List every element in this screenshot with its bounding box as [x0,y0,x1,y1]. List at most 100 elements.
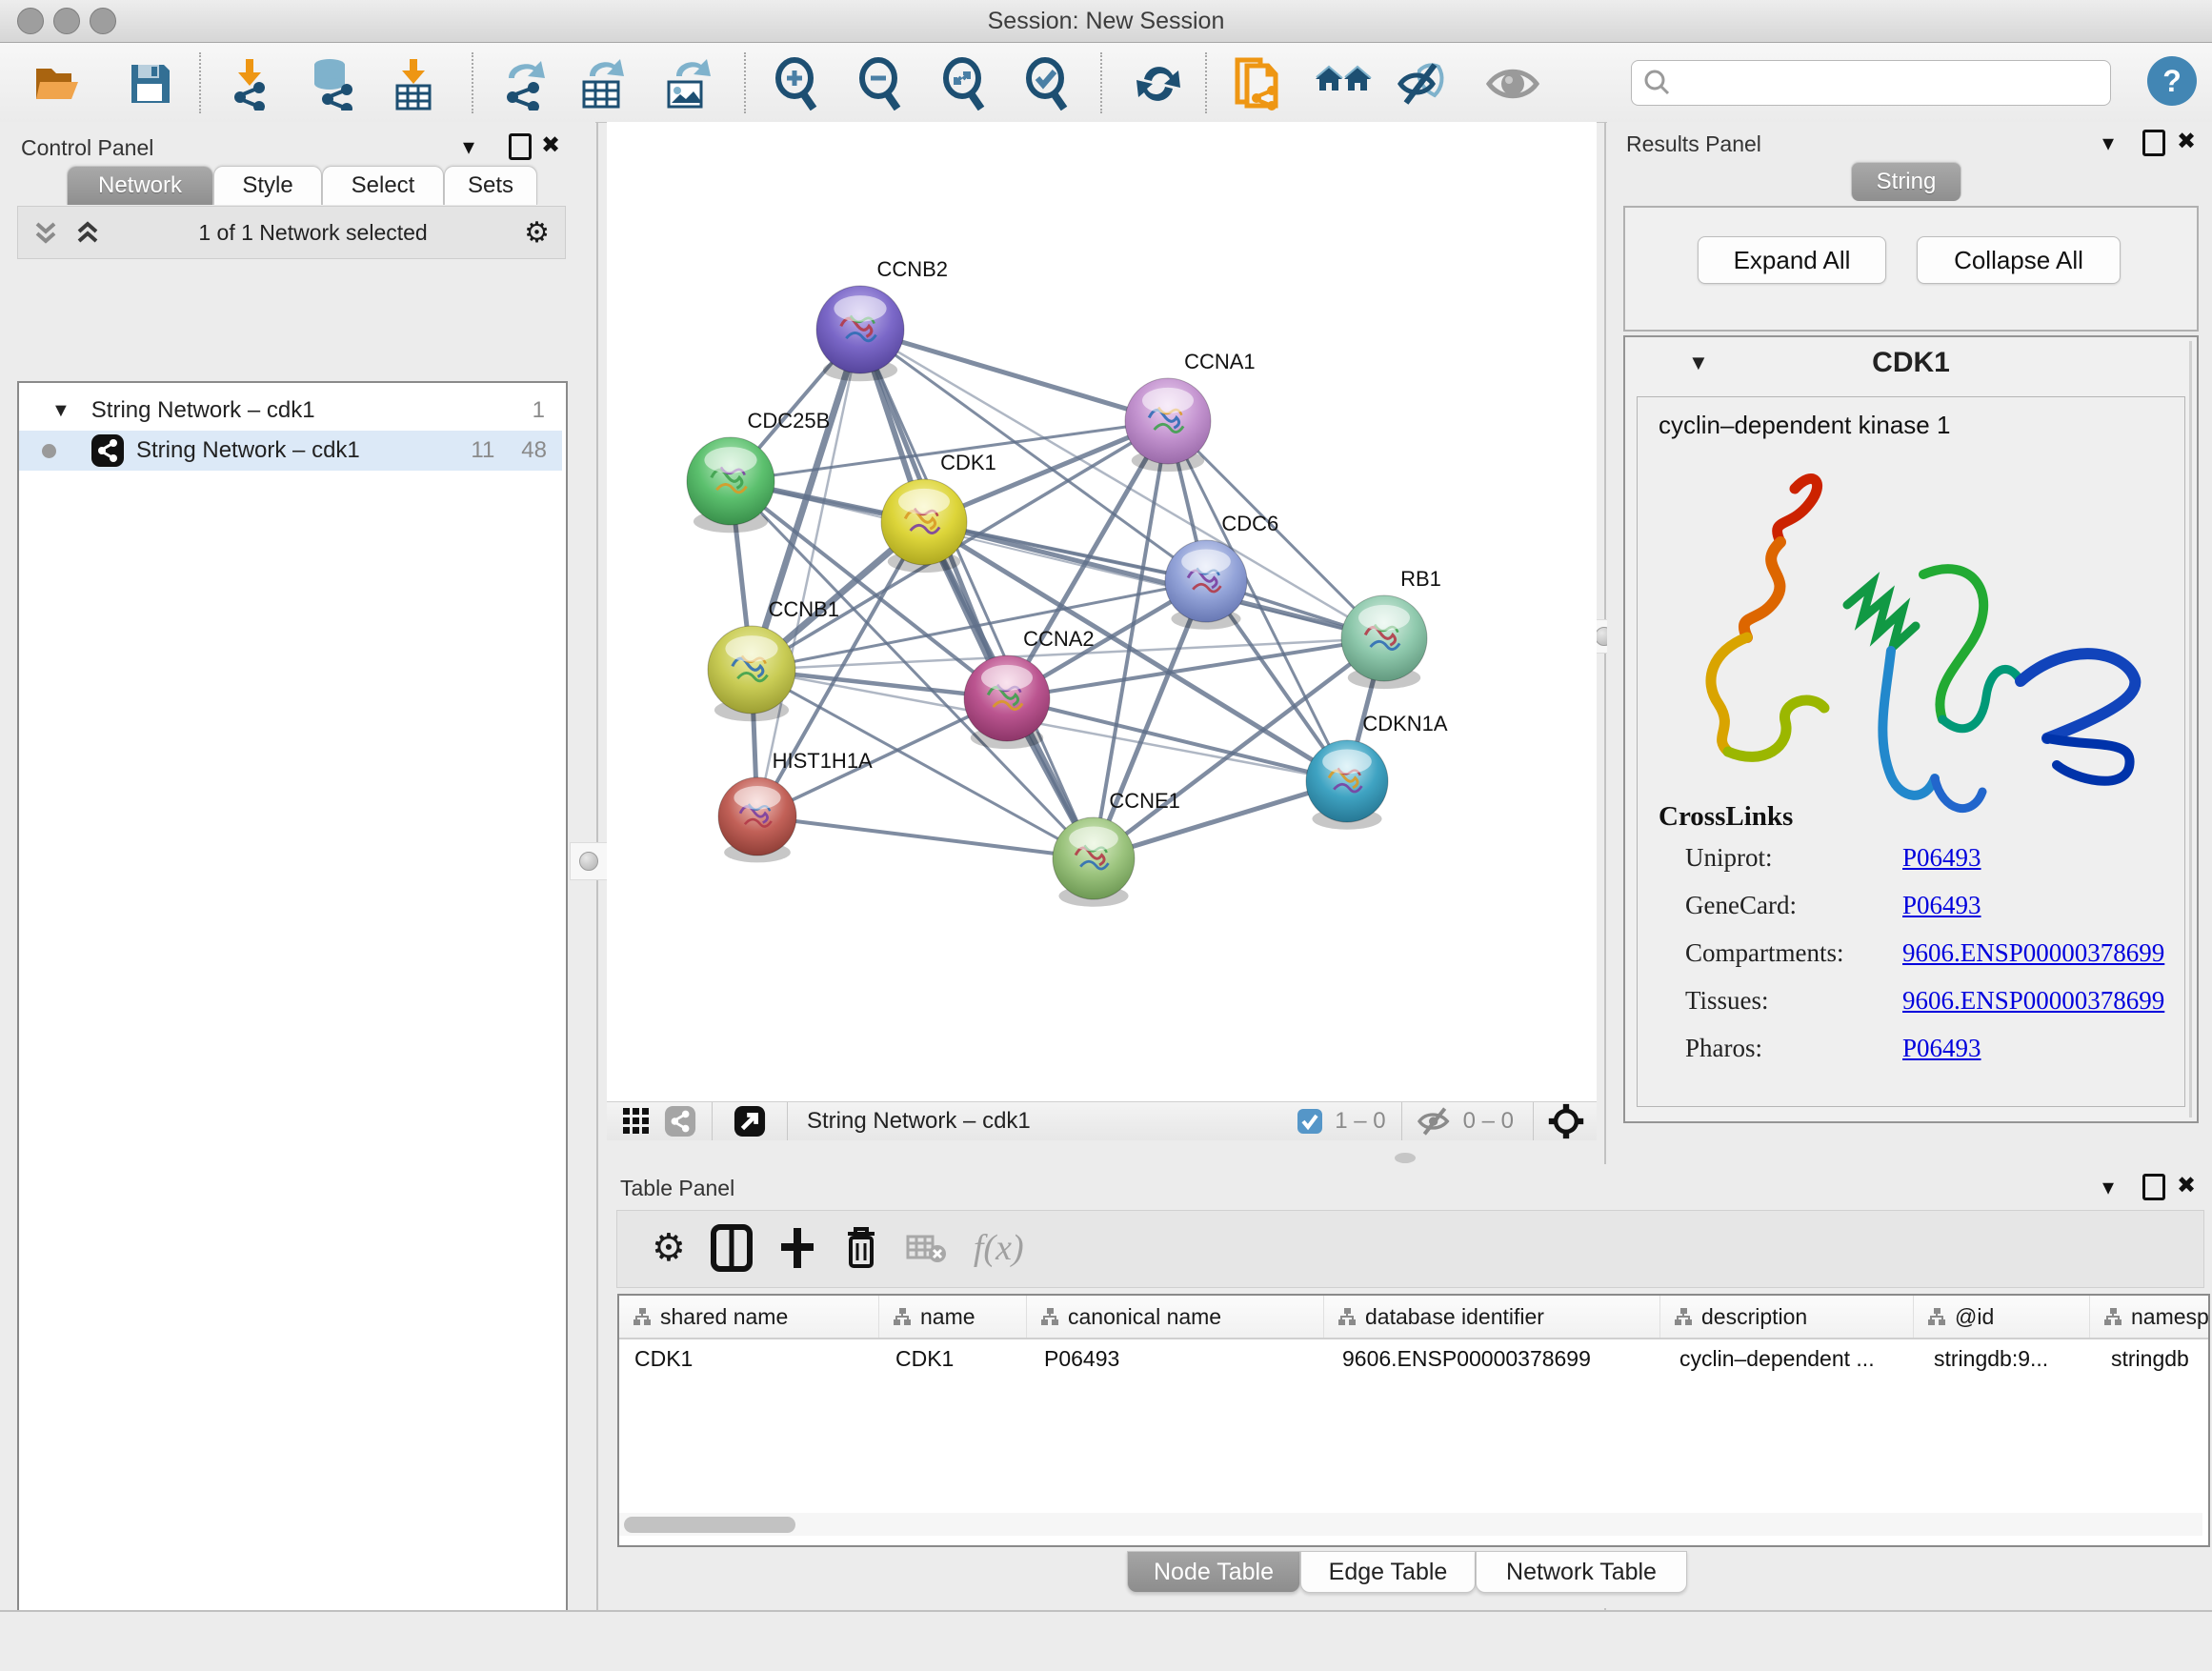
network-node-ccna1[interactable] [1125,378,1211,472]
column-header[interactable]: canonical name [1027,1296,1324,1338]
export-table-icon[interactable] [574,56,632,111]
navbar-separator [712,1102,713,1140]
selected-checkbox-icon[interactable] [1297,1108,1323,1135]
toolbar-separator [199,52,201,113]
panel-menu-icon[interactable]: ▾ [2102,1174,2114,1200]
table-horizontal-scrollbar[interactable] [619,1513,2202,1536]
network-node-cdk1[interactable] [881,479,967,573]
splitter-handle-horizontal[interactable] [1395,1153,1416,1163]
zoom-in-icon[interactable] [768,56,825,111]
refresh-icon[interactable] [1130,56,1187,111]
network-tree-root-row[interactable]: ▼ String Network – cdk1 1 [19,391,562,431]
column-header[interactable]: name [879,1296,1027,1338]
import-network-file-icon[interactable] [222,56,279,111]
panel-float-icon[interactable] [2142,130,2165,156]
collapse-all-tree-icon[interactable] [73,218,102,247]
panel-close-icon[interactable]: ✖ [2177,1172,2196,1198]
search-input[interactable] [1679,69,2110,97]
crosslink-uniprot-link[interactable]: P06493 [1902,843,1981,873]
network-canvas[interactable]: CCNB2CCNA1CDC25BCDK1CDC6RB1CCNB1CCNA2CDK… [607,122,1597,1101]
network-node-ccnb2[interactable] [816,286,904,381]
tab-node-table[interactable]: Node Table [1127,1551,1300,1593]
network-node-hist1h1a[interactable] [718,777,796,862]
hidden-eye-icon[interactable] [1416,1106,1454,1137]
open-in-window-icon[interactable] [734,1105,766,1137]
import-network-database-icon[interactable] [305,56,362,111]
tab-network-table[interactable]: Network Table [1476,1551,1687,1593]
show-all-icon[interactable] [1484,56,1541,111]
birds-eye-icon[interactable] [1547,1102,1585,1140]
tab-network[interactable]: Network [67,166,213,205]
import-table-file-icon[interactable] [385,56,442,111]
first-neighbors-icon[interactable] [1315,56,1372,111]
zoom-out-icon[interactable] [852,56,909,111]
column-header[interactable]: @id [1914,1296,2090,1338]
panel-close-icon[interactable]: ✖ [541,131,560,158]
crosslink-compartments-link[interactable]: 9606.ENSP00000378699 [1902,938,2164,968]
export-image-icon[interactable] [659,56,716,111]
network-badge-icon[interactable] [664,1105,696,1137]
tab-edge-table[interactable]: Edge Table [1300,1551,1476,1593]
network-node-rb1[interactable] [1341,595,1427,689]
grid-view-icon[interactable] [622,1107,651,1136]
panel-menu-icon[interactable]: ▾ [2102,130,2114,156]
table-options-gear-icon[interactable]: ⚙ [652,1226,686,1270]
results-scrollbar[interactable] [2189,341,2192,1117]
protein-structure-image [1647,451,2173,822]
column-header[interactable]: database identifier [1324,1296,1660,1338]
panel-float-icon[interactable] [509,133,532,160]
delete-column-icon[interactable] [842,1224,880,1272]
network-edge[interactable] [860,330,1168,421]
save-session-icon[interactable] [122,56,179,111]
network-tree-child-row[interactable]: String Network – cdk1 11 48 [19,431,562,471]
zoom-selected-icon[interactable] [1018,56,1076,111]
results-actions-box: Expand All Collapse All [1623,206,2199,332]
protein-name: CDK1 [1625,347,2197,379]
crosslink-tissues-link[interactable]: 9606.ENSP00000378699 [1902,986,2164,1016]
network-graph[interactable]: CCNB2CCNA1CDC25BCDK1CDC6RB1CCNB1CCNA2CDK… [607,122,1597,1101]
network-options-gear-icon[interactable]: ⚙ [524,216,550,250]
panel-float-icon[interactable] [2142,1174,2165,1200]
crosslink-row: Pharos: [1685,1034,1762,1063]
table-row[interactable]: CDK1 CDK1 P06493 9606.ENSP00000378699 cy… [619,1339,2208,1378]
open-session-icon[interactable] [30,56,88,111]
network-node-cdc25b[interactable] [687,437,774,533]
splitter-handle-left[interactable] [570,842,608,880]
hide-selected-icon[interactable] [1395,56,1452,111]
table-panel-title: Table Panel [620,1176,734,1201]
expand-all-button[interactable]: Expand All [1698,236,1886,284]
column-header[interactable]: description [1660,1296,1914,1338]
network-node-ccna2[interactable] [964,655,1050,749]
export-network-icon[interactable] [496,56,553,111]
network-edge[interactable] [752,581,1206,670]
tree-expand-icon[interactable]: ▼ [51,400,70,422]
tab-select[interactable]: Select [322,166,444,205]
network-edge[interactable] [860,330,1094,858]
show-columns-icon[interactable] [711,1224,753,1272]
crosslink-pharos-link[interactable]: P06493 [1902,1034,1981,1063]
crosslink-genecard-link[interactable]: P06493 [1902,891,1981,920]
tab-string[interactable]: String [1851,162,1961,201]
network-node-cdc6[interactable] [1165,540,1247,630]
tab-sets[interactable]: Sets [444,166,537,205]
panel-close-icon[interactable]: ✖ [2177,128,2196,154]
table-header-row: shared name name canonical name database… [619,1296,2208,1339]
search-box[interactable] [1631,60,2111,106]
zoom-fit-icon[interactable] [935,56,993,111]
network-node-ccne1[interactable] [1053,817,1135,907]
tab-style[interactable]: Style [213,166,322,205]
panel-menu-icon[interactable]: ▾ [463,133,474,160]
clone-network-icon[interactable] [1230,56,1287,111]
expand-all-tree-icon[interactable] [31,218,60,247]
network-node-cdkn1a[interactable] [1306,740,1388,830]
network-edge[interactable] [757,816,1094,858]
column-header[interactable]: shared name [619,1296,879,1338]
add-column-icon[interactable] [777,1224,817,1272]
help-button[interactable]: ? [2147,56,2197,106]
column-header[interactable]: namespace [2090,1296,2210,1338]
network-node-ccnb1[interactable] [708,626,795,721]
network-edge[interactable] [924,522,1384,638]
node-label: CDKN1A [1362,712,1448,735]
collapse-all-button[interactable]: Collapse All [1917,236,2121,284]
table-scrollbar-thumb[interactable] [624,1517,795,1533]
